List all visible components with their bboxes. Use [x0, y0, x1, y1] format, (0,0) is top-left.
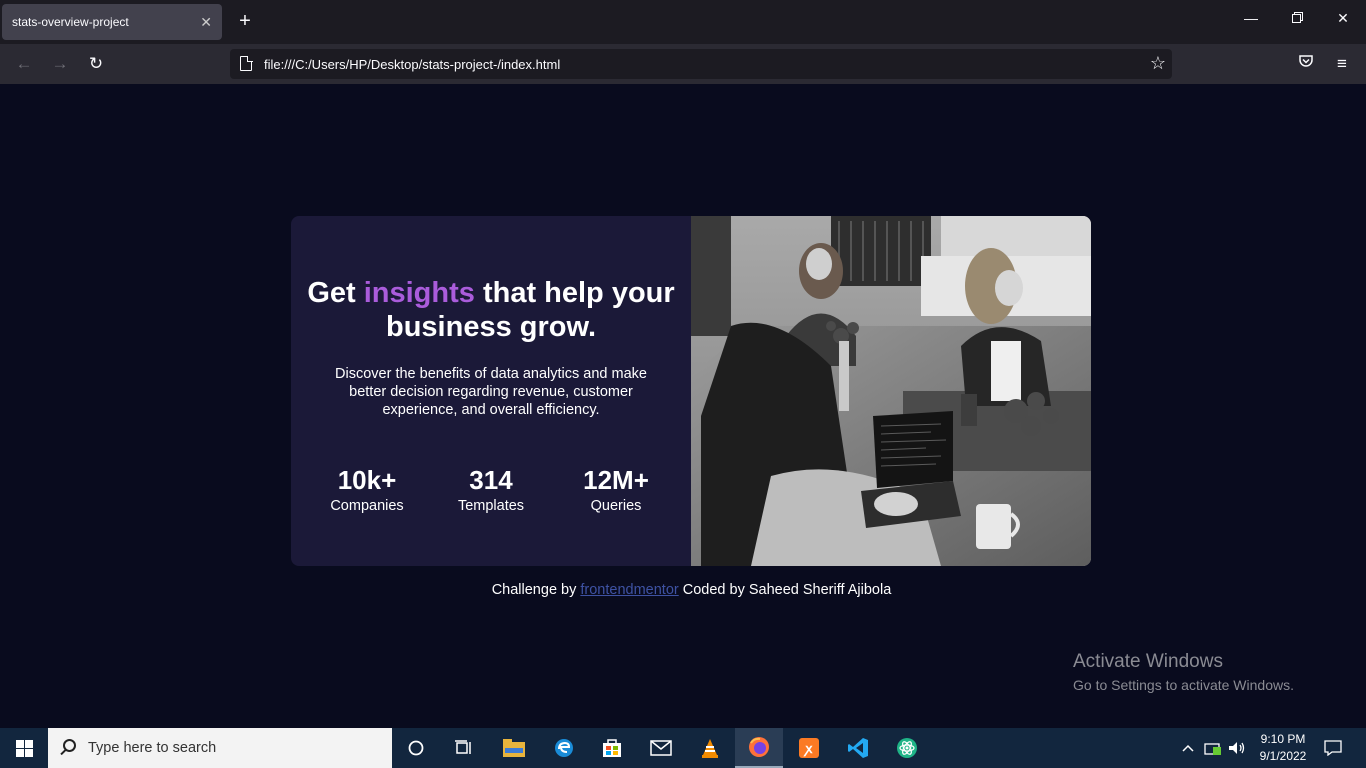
menu-icon[interactable]: ≡: [1331, 53, 1353, 75]
bookmark-star-icon[interactable]: ☆: [1150, 53, 1166, 74]
taskbar-search-input[interactable]: Type here to search: [48, 728, 392, 768]
browser-tab-bar: stats-overview-project ✕ + — ✕: [0, 0, 1366, 44]
windows-start-icon[interactable]: [0, 728, 48, 768]
vlc-icon[interactable]: [686, 728, 734, 768]
stat-templates: 314 Templates: [436, 465, 546, 516]
network-icon[interactable]: [1204, 728, 1222, 768]
pocket-icon[interactable]: [1295, 53, 1317, 75]
url-bar[interactable]: file:///C:/Users/HP/Desktop/stats-projec…: [230, 49, 1172, 79]
watermark-title: Activate Windows: [1073, 651, 1223, 672]
vscode-icon[interactable]: [834, 728, 882, 768]
page-icon: [240, 55, 253, 71]
attribution-suffix: Coded by Saheed Sheriff Ajibola: [678, 582, 892, 598]
stat-label: Templates: [457, 498, 525, 514]
back-arrow-icon[interactable]: ←: [13, 53, 35, 75]
headline-accent: insights: [363, 277, 475, 309]
taskbar-clock[interactable]: 9:10 PM 9/1/2022: [1252, 731, 1314, 765]
file-explorer-icon[interactable]: [490, 728, 538, 768]
clock-date: 9/1/2022: [1259, 749, 1307, 763]
browser-nav-bar: ← → ↻ file:///C:/Users/HP/Desktop/stats-…: [0, 44, 1366, 84]
stat-companies: 10k+ Companies: [312, 465, 422, 516]
stat-value: 12M+: [583, 465, 649, 495]
show-hidden-icons-icon[interactable]: [1182, 728, 1194, 768]
edge-icon[interactable]: [540, 728, 588, 768]
clock-time: 9:10 PM: [1260, 732, 1306, 746]
taskbar: Type here to search ꭗ 9:10 PM 9/1/2022: [0, 728, 1366, 768]
reload-icon[interactable]: ↻: [85, 53, 107, 75]
store-icon[interactable]: [588, 728, 636, 768]
cortana-icon[interactable]: [392, 728, 440, 768]
new-tab-button[interactable]: +: [234, 10, 256, 32]
atom-icon[interactable]: [883, 728, 931, 768]
office-photo: [691, 216, 1091, 566]
description: Discover the benefits of data analytics …: [335, 366, 647, 418]
frontendmentor-link[interactable]: frontendmentor: [580, 582, 678, 598]
attribution-prefix: Challenge by: [491, 582, 581, 598]
attribution: Challenge by frontendmentor Coded by Sah…: [0, 582, 1366, 598]
forward-arrow-icon[interactable]: →: [49, 53, 71, 75]
tab-title: stats-overview-project: [12, 15, 129, 29]
search-placeholder: Type here to search: [88, 740, 217, 756]
stats-card: Get insights that help your business gro…: [291, 216, 1091, 566]
close-window-icon[interactable]: ✕: [1328, 10, 1358, 27]
browser-tab[interactable]: stats-overview-project ✕: [2, 4, 222, 40]
volume-icon[interactable]: [1228, 728, 1246, 768]
mail-icon[interactable]: [637, 728, 685, 768]
card-text-section: Get insights that help your business gro…: [291, 216, 691, 566]
minimize-icon[interactable]: —: [1236, 10, 1266, 26]
task-view-icon[interactable]: [440, 728, 488, 768]
restore-icon[interactable]: [1282, 10, 1312, 26]
activate-windows-watermark: Activate Windows Go to Settings to activ…: [1073, 651, 1294, 693]
search-icon: [63, 739, 76, 752]
stat-label: Queries: [590, 498, 642, 514]
headline-text: Get: [307, 277, 364, 309]
xampp-icon[interactable]: ꭗ: [785, 728, 833, 768]
notifications-icon[interactable]: [1324, 728, 1342, 768]
firefox-icon[interactable]: [735, 728, 783, 768]
stat-label: Companies: [330, 498, 404, 514]
headline: Get insights that help your business gro…: [291, 276, 691, 344]
stat-value: 314: [469, 465, 513, 495]
url-text[interactable]: file:///C:/Users/HP/Desktop/stats-projec…: [264, 57, 560, 72]
close-tab-icon[interactable]: ✕: [200, 14, 212, 31]
watermark-subtitle: Go to Settings to activate Windows.: [1073, 677, 1294, 693]
stat-queries: 12M+ Queries: [561, 465, 671, 516]
stat-value: 10k+: [337, 465, 397, 495]
